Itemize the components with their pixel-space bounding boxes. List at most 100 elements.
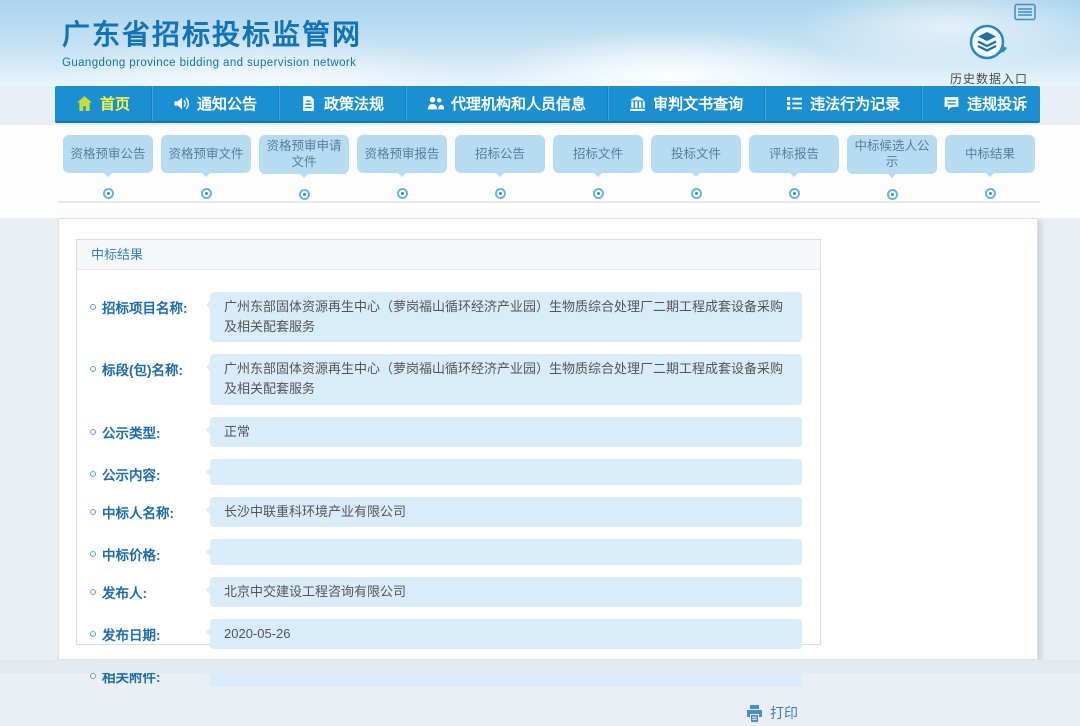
bullet-icon: [90, 304, 96, 310]
step-award-result[interactable]: 中标结果: [944, 135, 1036, 198]
field-row-publisher: 发布人: 北京中交建设工程咨询有限公司: [90, 577, 820, 607]
site-subtitle: Guangdong province bidding and supervisi…: [62, 57, 362, 69]
print-button[interactable]: 打印: [745, 703, 798, 723]
step-bubble: 资格预审报告: [357, 135, 447, 173]
nav-item-notices[interactable]: 通知公告: [151, 86, 278, 121]
nav-item-label: 违规投诉: [967, 93, 1027, 114]
step-bubble: 评标报告: [749, 135, 839, 173]
field-label: 标段(包)名称:: [90, 354, 210, 379]
bullet-icon: [90, 631, 96, 637]
printer-icon: [745, 704, 764, 723]
field-label-text: 中标价格:: [102, 544, 161, 564]
courthouse-icon: [629, 95, 646, 112]
step-dot-icon: [301, 191, 308, 198]
nav-item-label: 违法行为记录: [810, 93, 900, 114]
field-label: 公示内容:: [90, 459, 210, 484]
nav-item-agencies[interactable]: 代理机构和人员信息: [405, 86, 607, 121]
nav-item-policies[interactable]: 政策法规: [278, 86, 405, 121]
field-value: 广州东部固体资源再生中心（萝岗福山循环经济产业园）生物质综合处理厂二期工程成套设…: [210, 354, 802, 404]
step-dot-icon: [399, 190, 406, 197]
step-bid-document[interactable]: 投标文件: [650, 135, 742, 198]
bullet-icon: [90, 551, 96, 557]
site-brand[interactable]: 广东省招标投标监管网 Guangdong province bidding an…: [62, 13, 362, 69]
step-bubble: 投标文件: [651, 135, 741, 173]
value-tail-icon: [200, 626, 212, 638]
home-icon: [76, 95, 93, 112]
step-prequal-announcement[interactable]: 资格预审公告: [62, 135, 154, 198]
step-prequal-report[interactable]: 资格预审报告: [356, 135, 448, 198]
field-label-text: 标段(包)名称:: [102, 359, 183, 379]
field-value-text: 长沙中联重科环境产业有限公司: [224, 504, 406, 519]
step-prequal-application[interactable]: 资格预审申请文件: [258, 135, 350, 198]
step-dot-icon: [203, 190, 210, 197]
nav-item-violation-records[interactable]: 违法行为记录: [764, 86, 921, 121]
field-value: [210, 459, 802, 485]
step-candidate-publicity[interactable]: 中标候选人公示: [846, 135, 938, 198]
nav-item-label: 审判文书查询: [653, 93, 743, 114]
field-label: 发布人:: [90, 577, 210, 602]
history-data-entry[interactable]: 历史数据入口: [941, 22, 1037, 87]
field-label-text: 中标人名称:: [102, 502, 174, 522]
value-tail-icon: [200, 466, 212, 478]
step-dot-icon: [791, 190, 798, 197]
field-value: 北京中交建设工程咨询有限公司: [210, 577, 802, 607]
bullet-icon: [90, 366, 96, 372]
bullet-icon: [90, 509, 96, 515]
nav-item-home[interactable]: 首页: [55, 86, 151, 121]
nav-item-judgment-docs[interactable]: 审判文书查询: [607, 86, 764, 121]
page-footer-strip: [0, 660, 1080, 673]
steps-timeline: [58, 201, 1040, 203]
step-evaluation-report[interactable]: 评标报告: [748, 135, 840, 198]
field-value: 正常: [210, 417, 802, 447]
field-label-text: 发布人:: [102, 582, 147, 602]
field-label: 公示类型:: [90, 417, 210, 442]
value-tail-icon: [200, 424, 212, 436]
field-value: [210, 539, 802, 565]
field-value: 2020-05-26: [210, 619, 802, 649]
field-label-text: 发布日期:: [102, 624, 161, 644]
step-bubble: 资格预审文件: [161, 135, 251, 173]
step-tender-announcement[interactable]: 招标公告: [454, 135, 546, 198]
field-label-text: 公示内容:: [102, 464, 161, 484]
field-value-text: 北京中交建设工程咨询有限公司: [224, 584, 406, 599]
field-row-publicity-content: 公示内容:: [90, 459, 820, 485]
history-data-entry-label: 历史数据入口: [941, 70, 1037, 87]
bullet-icon: [90, 471, 96, 477]
value-tail-icon: [200, 504, 212, 516]
award-result-panel: 中标结果 招标项目名称: 广州东部固体资源再生中心（萝岗福山循环经济产业园）生物…: [76, 239, 821, 645]
bullet-icon: [90, 429, 96, 435]
step-dot-icon: [889, 191, 896, 198]
panel-title: 中标结果: [77, 240, 820, 270]
step-bubble: 资格预审公告: [63, 135, 153, 173]
bullet-icon: [90, 589, 96, 595]
field-row-winner-name: 中标人名称: 长沙中联重科环境产业有限公司: [90, 497, 820, 527]
step-bubble: 资格预审申请文件: [259, 135, 349, 174]
layers-arrow-icon: [967, 49, 1011, 66]
step-dot-icon: [987, 190, 994, 197]
field-value-text: 广州东部固体资源再生中心（萝岗福山循环经济产业园）生物质综合处理厂二期工程成套设…: [224, 299, 783, 334]
field-label: 中标人名称:: [90, 497, 210, 522]
nav-item-label: 政策法规: [324, 93, 384, 114]
people-icon: [427, 95, 444, 112]
document-icon: [300, 95, 317, 112]
step-dot-icon: [595, 190, 602, 197]
process-steps-strip: 资格预审公告 资格预审文件 资格预审申请文件 资格预审报告 招标公告 招标文件: [0, 125, 1080, 218]
field-label-text: 招标项目名称:: [102, 297, 188, 317]
value-tail-icon: [200, 546, 212, 558]
step-prequal-document[interactable]: 资格预审文件: [160, 135, 252, 198]
nav-item-label: 代理机构和人员信息: [451, 93, 586, 114]
value-tail-icon: [200, 584, 212, 596]
field-value-text: 正常: [224, 424, 250, 439]
value-tail-icon: [200, 361, 212, 373]
field-value: 长沙中联重科环境产业有限公司: [210, 497, 802, 527]
step-tender-document[interactable]: 招标文件: [552, 135, 644, 198]
nav-item-label: 通知公告: [197, 93, 257, 114]
list-icon: [786, 95, 803, 112]
field-label: 中标价格:: [90, 539, 210, 564]
chat-icon: [943, 95, 960, 112]
field-label: 发布日期:: [90, 619, 210, 644]
main-nav: 首页 通知公告 政策法规 代理机构和人员信息 审判文书查询 违法行为记录 违: [55, 86, 1040, 123]
nav-item-complaints[interactable]: 违规投诉: [921, 86, 1048, 121]
field-label-text: 公示类型:: [102, 422, 161, 442]
calendar-icon[interactable]: [1014, 3, 1036, 21]
